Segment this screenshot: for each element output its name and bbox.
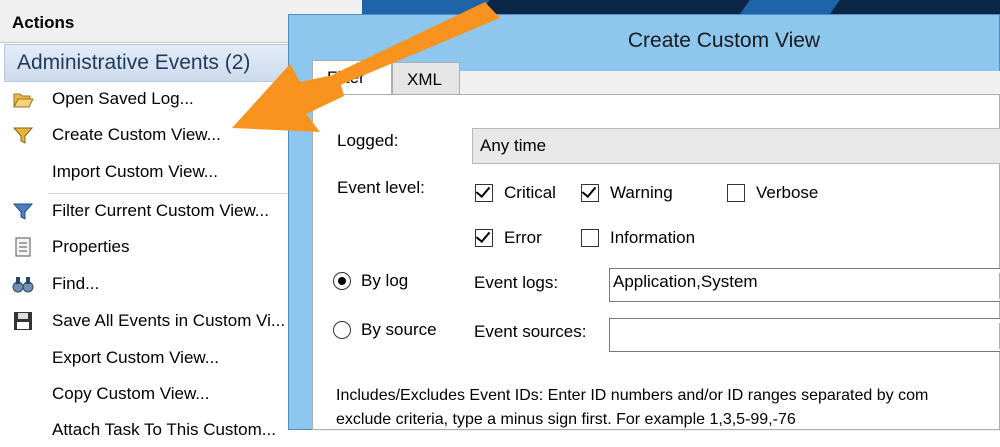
by-source-label: By source xyxy=(361,320,437,339)
logged-dropdown[interactable]: Any time xyxy=(472,128,1000,164)
action-label: Import Custom View... xyxy=(52,162,218,181)
actions-title: Actions xyxy=(12,13,75,32)
action-label: Filter Current Custom View... xyxy=(52,201,269,220)
funnel-icon xyxy=(12,200,34,222)
action-label: Properties xyxy=(52,237,130,256)
action-label: Export Custom View... xyxy=(52,348,219,367)
error-label: Error xyxy=(504,228,542,247)
description-line-1: Includes/Excludes Event IDs: Enter ID nu… xyxy=(336,387,929,404)
binoculars-icon xyxy=(12,273,34,295)
event-ids-description: Includes/Excludes Event IDs: Enter ID nu… xyxy=(336,384,996,432)
critical-checkbox[interactable] xyxy=(475,182,493,202)
event-sources-label: Event sources: xyxy=(474,322,587,341)
folder-open-icon xyxy=(12,88,34,110)
description-line-2: exclude criteria, type a minus sign firs… xyxy=(336,411,796,428)
tab-xml[interactable]: XML xyxy=(392,62,460,94)
check-icon xyxy=(475,227,491,244)
action-label: Find... xyxy=(52,274,100,293)
action-label: Create Custom View... xyxy=(52,125,221,144)
dialog-title: Create Custom View xyxy=(627,29,821,52)
action-label: Attach Task To This Custom... xyxy=(52,420,276,439)
section-title: Administrative Events (2) xyxy=(17,51,251,74)
properties-icon xyxy=(12,236,34,258)
information-label: Information xyxy=(610,228,696,247)
event-level-label: Event level: xyxy=(337,178,425,197)
by-source-radio[interactable] xyxy=(333,321,351,339)
event-logs-label: Event logs: xyxy=(474,273,559,292)
critical-label: Critical xyxy=(504,183,556,202)
event-logs-value: Application,System xyxy=(613,272,758,291)
warning-label: Warning xyxy=(610,183,673,202)
by-log-label: By log xyxy=(361,271,409,290)
tab-xml-label: XML xyxy=(407,70,442,89)
event-sources-field[interactable] xyxy=(609,318,1000,352)
warning-checkbox[interactable] xyxy=(581,182,599,202)
funnel-icon xyxy=(12,124,34,146)
tab-filter[interactable]: Filter xyxy=(312,60,392,94)
floppy-disk-icon xyxy=(12,310,34,332)
by-log-radio[interactable] xyxy=(333,272,351,290)
check-icon xyxy=(581,182,597,199)
action-label: Copy Custom View... xyxy=(52,384,210,403)
verbose-checkbox[interactable] xyxy=(727,184,745,202)
information-checkbox[interactable] xyxy=(581,229,599,247)
action-label: Open Saved Log... xyxy=(52,89,194,108)
action-label: Save All Events in Custom Vi... xyxy=(52,311,286,330)
radio-selected-dot xyxy=(338,277,346,285)
event-logs-field[interactable]: Application,System xyxy=(609,268,1000,302)
tab-filter-label: Filter xyxy=(327,68,365,87)
error-checkbox[interactable] xyxy=(475,227,493,247)
verbose-label: Verbose xyxy=(756,183,819,202)
logged-value: Any time xyxy=(480,136,547,155)
logged-label: Logged: xyxy=(337,131,399,150)
check-icon xyxy=(475,182,491,199)
